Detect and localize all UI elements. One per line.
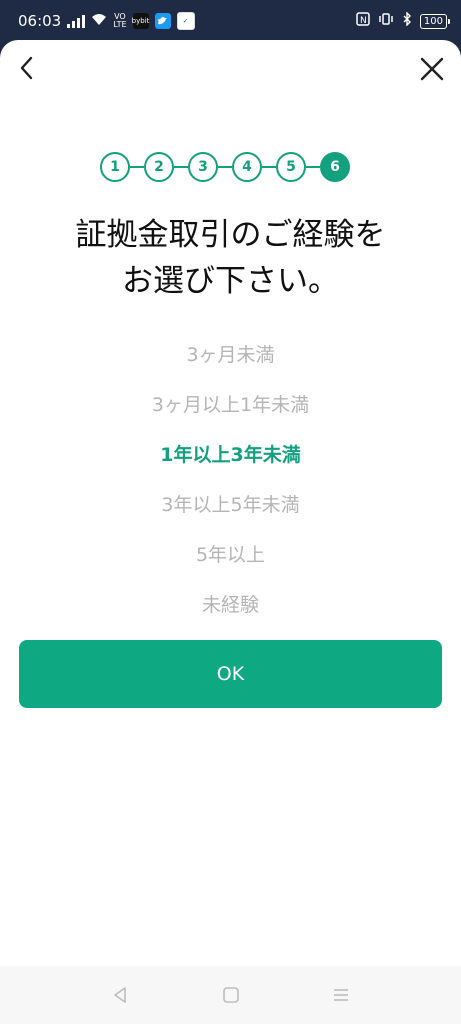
- battery-indicator: 100: [419, 13, 451, 29]
- triangle-back-icon: [114, 987, 126, 1003]
- nav-back-button[interactable]: [109, 984, 131, 1006]
- step-1: 1: [100, 152, 130, 182]
- option-1-to-3-years[interactable]: 1年以上3年未満: [0, 430, 461, 480]
- close-icon: [420, 57, 444, 81]
- step-6-active: 6: [320, 152, 350, 182]
- menu-lines-icon: [334, 989, 348, 1001]
- bluetooth-icon: [402, 11, 412, 30]
- modal-sheet: 1 2 3 4 5 6 証拠金取引のご経験を お選び下さい。 3ヶ月未満 3ヶ月…: [0, 40, 461, 1024]
- close-button[interactable]: [413, 50, 451, 88]
- step-connector: [306, 166, 320, 168]
- option-under-3-months[interactable]: 3ヶ月未満: [0, 330, 461, 380]
- nav-recents-button[interactable]: [330, 984, 352, 1006]
- option-3-months-to-1-year[interactable]: 3ヶ月以上1年未満: [0, 380, 461, 430]
- progress-stepper: 1 2 3 4 5 6: [100, 152, 350, 182]
- step-3: 3: [188, 152, 218, 182]
- square-home-icon: [223, 987, 239, 1003]
- nfc-icon: N: [356, 12, 370, 30]
- title-line-2: お選び下さい。: [122, 263, 339, 299]
- status-time: 06:03: [18, 12, 62, 30]
- step-connector: [130, 166, 144, 168]
- nav-home-button[interactable]: [220, 984, 242, 1006]
- watch-app-icon: ✓: [176, 12, 195, 30]
- back-button[interactable]: [10, 50, 46, 86]
- vibrate-icon: [378, 12, 394, 30]
- option-over-5-years[interactable]: 5年以上: [0, 530, 461, 580]
- bybit-app-icon: bybit: [132, 13, 149, 29]
- wifi-icon: [91, 13, 107, 29]
- step-connector: [262, 166, 276, 168]
- experience-picker[interactable]: 3ヶ月未満 3ヶ月以上1年未満 1年以上3年未満 3年以上5年未満 5年以上 未…: [0, 330, 461, 630]
- title-line-1: 証拠金取引のご経験を: [75, 217, 386, 253]
- step-connector: [174, 166, 188, 168]
- step-4: 4: [232, 152, 262, 182]
- option-3-to-5-years[interactable]: 3年以上5年未満: [0, 480, 461, 530]
- status-bar: 06:03 VO LTE bybit ✓ N 100: [0, 0, 461, 40]
- status-left: 06:03 VO LTE bybit ✓: [18, 12, 195, 30]
- system-nav-bar: [0, 966, 461, 1024]
- option-no-experience[interactable]: 未経験: [0, 580, 461, 630]
- volte-icon: VO LTE: [113, 12, 127, 29]
- status-right: N 100: [356, 11, 451, 30]
- svg-text:N: N: [360, 16, 367, 26]
- chevron-left-icon: [20, 56, 33, 80]
- step-5: 5: [276, 152, 306, 182]
- step-connector: [218, 166, 232, 168]
- ok-button[interactable]: OK: [19, 640, 442, 708]
- signal-icon: [67, 14, 86, 28]
- page-title: 証拠金取引のご経験を お選び下さい。: [0, 212, 461, 304]
- step-2: 2: [144, 152, 174, 182]
- twitter-app-icon: [154, 13, 171, 29]
